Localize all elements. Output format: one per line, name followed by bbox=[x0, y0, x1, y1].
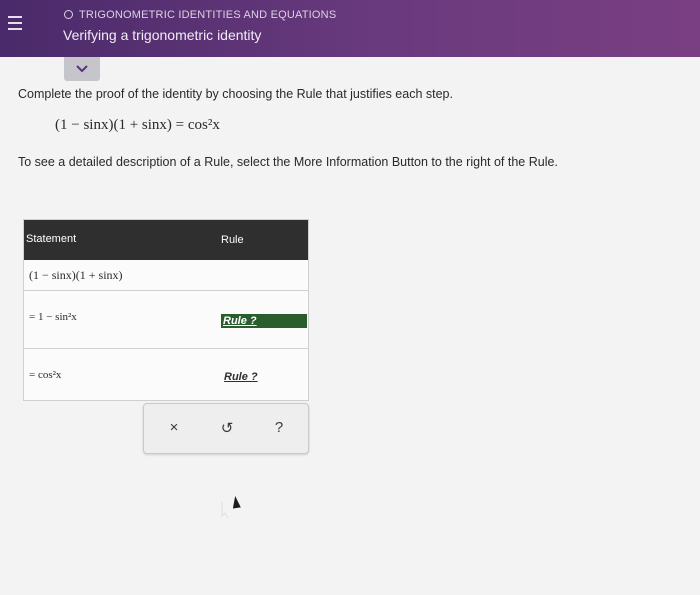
instruction-text: Complete the proof of the identity by ch… bbox=[18, 87, 453, 101]
page-subtitle: Verifying a trigonometric identity bbox=[63, 27, 262, 43]
answer-action-bar: × ↺ ? bbox=[143, 403, 309, 454]
statement-column-header: Statement bbox=[26, 233, 77, 245]
table-header: Statement Rule bbox=[24, 220, 308, 260]
proof-table: Statement Rule (1 − sinx)(1 + sinx) = 1 … bbox=[23, 219, 309, 401]
rule-select-button[interactable]: Rule ? bbox=[221, 314, 307, 328]
topic-title: TRIGONOMETRIC IDENTITIES AND EQUATIONS bbox=[64, 9, 336, 21]
clear-button[interactable]: × bbox=[164, 419, 184, 436]
help-button[interactable]: ? bbox=[269, 419, 289, 436]
statement-cell: (1 − sinx)(1 + sinx) bbox=[29, 268, 123, 282]
identity-expression: (1 − sinx)(1 + sinx) = cos²x bbox=[55, 117, 220, 133]
circle-icon bbox=[64, 10, 73, 19]
statement-cell: = cos²x bbox=[29, 369, 62, 381]
app-header: TRIGONOMETRIC IDENTITIES AND EQUATIONS V… bbox=[0, 0, 700, 57]
table-row: = 1 − sin²x Rule ? bbox=[24, 290, 308, 348]
rule-column-header: Rule bbox=[221, 234, 244, 246]
statement-cell: = 1 − sin²x bbox=[29, 311, 77, 323]
mouse-cursor-icon bbox=[231, 495, 241, 509]
undo-button[interactable]: ↺ bbox=[217, 419, 237, 437]
topic-label: TRIGONOMETRIC IDENTITIES AND EQUATIONS bbox=[79, 9, 337, 21]
chevron-down-icon bbox=[76, 65, 88, 73]
table-row: = cos²x Rule ? bbox=[24, 348, 308, 400]
rule-select-button[interactable]: Rule ? bbox=[224, 371, 258, 383]
expand-toggle-button[interactable] bbox=[64, 57, 100, 81]
faint-pointer-icon bbox=[221, 502, 229, 519]
table-row: (1 − sinx)(1 + sinx) bbox=[24, 260, 308, 290]
more-info-hint: To see a detailed description of a Rule,… bbox=[18, 155, 558, 169]
hamburger-menu-icon[interactable] bbox=[8, 16, 22, 32]
